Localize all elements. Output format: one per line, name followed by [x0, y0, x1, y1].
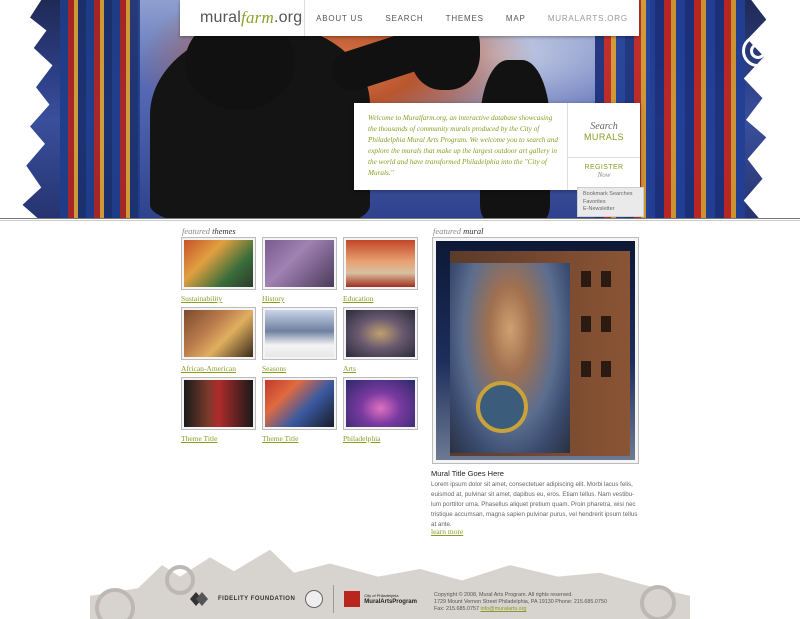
featured-mural-heading: featured mural [433, 226, 483, 236]
theme-link[interactable]: Theme Title [262, 434, 337, 443]
featured-mural-suffix: mural [463, 226, 484, 236]
building-window [581, 361, 591, 377]
register-line1: REGISTER [584, 164, 624, 171]
theme-link[interactable]: Sustainability [181, 294, 256, 303]
search-murals-line2: MURALS [584, 132, 624, 142]
logo-farm: farm [241, 8, 274, 27]
nav-muralarts[interactable]: MURALARTS.ORG [548, 14, 628, 23]
building-window [601, 271, 611, 287]
welcome-box: Welcome to Muralfarm.org, an interactive… [354, 103, 640, 190]
mural-title: Mural Title Goes Here [431, 469, 504, 478]
theme-link[interactable]: Seasons [262, 364, 337, 373]
city-seal-icon [305, 590, 324, 608]
mural-photo [436, 241, 635, 460]
site-logo[interactable]: mural farm .org [180, 0, 305, 36]
theme-tile[interactable]: Seasons [262, 307, 337, 373]
building-window [581, 271, 591, 287]
fax-text: Fax: 215.685.0757 [434, 606, 479, 613]
featured-mural-prefix: featured [433, 226, 462, 236]
copyright-line3: Fax: 215.685.0757 info@muralarts.org [434, 606, 624, 613]
logo-mural: mural [200, 9, 242, 26]
nav-about-us[interactable]: ABOUT US [316, 14, 363, 23]
featured-themes-suffix: themes [212, 226, 236, 236]
email-link[interactable]: info@muralarts.org [480, 606, 526, 612]
search-murals-button[interactable]: Search MURALS [568, 103, 640, 158]
map-logo-text: City of Philadelphia MuralArtsProgram [364, 592, 417, 606]
theme-thumbnail[interactable] [181, 237, 256, 290]
theme-link[interactable]: Arts [343, 364, 418, 373]
map-logo-bottom: MuralArtsProgram [364, 599, 417, 605]
section-divider [0, 218, 800, 221]
register-now-button[interactable]: REGISTER Now [568, 158, 640, 179]
theme-thumbnail[interactable] [343, 307, 418, 360]
theme-thumbnail[interactable] [262, 237, 337, 290]
welcome-actions: Search MURALS REGISTER Now [567, 103, 640, 190]
theme-link[interactable]: African-American [181, 364, 256, 373]
footer-ring-icon [640, 585, 676, 619]
search-murals-line1: Search [590, 121, 618, 132]
theme-thumbnail[interactable] [343, 237, 418, 290]
benefit-favorites: Favorites [583, 198, 606, 205]
footer-separator [333, 585, 335, 613]
stained-glass-left [60, 0, 140, 218]
mural-description: Lorem ipsum dolor sit amet, consectetuer… [431, 481, 638, 528]
featured-themes-heading: featured themes [182, 226, 236, 236]
benefit-bookmark: Bookmark Searches [583, 191, 633, 197]
register-line2: Now [597, 171, 611, 179]
theme-tile[interactable]: Education [343, 237, 418, 303]
theme-tile[interactable]: Philadelphia [343, 377, 418, 443]
theme-thumbnail[interactable] [262, 307, 337, 360]
building-window [581, 316, 591, 332]
theme-tile[interactable]: Sustainability [181, 237, 256, 303]
copyright-line1: Copyright © 2008, Mural Arts Program. Al… [434, 592, 573, 598]
theme-thumbnail[interactable] [262, 377, 337, 430]
copyright-block: Copyright © 2008, Mural Arts Program. Al… [434, 592, 624, 614]
map-logo-mark-icon [344, 591, 361, 607]
logo-org: .org [273, 9, 303, 26]
copyright-line2: 1729 Mount Vernon Street Philadelphia, P… [434, 599, 607, 606]
fidelity-logo-icon [190, 592, 208, 606]
featured-themes-prefix: featured [182, 226, 211, 236]
decor-ring-icon [750, 43, 766, 59]
mural-medallion [476, 381, 528, 433]
nav-search[interactable]: SEARCH [385, 14, 423, 23]
fidelity-foundation-logo[interactable]: FIDELITY FOUNDATION [218, 596, 295, 602]
building-window [601, 316, 611, 332]
theme-tile[interactable]: Theme Title [262, 377, 337, 443]
register-benefits: Bookmark Searches Favorites E-Newsletter [577, 187, 644, 217]
theme-tile[interactable]: African-American [181, 307, 256, 373]
theme-tile[interactable]: Theme Title [181, 377, 256, 443]
nav-menu: ABOUT US SEARCH THEMES MAP MURALARTS.ORG [305, 0, 639, 36]
theme-link[interactable]: History [262, 294, 337, 303]
nav-themes[interactable]: THEMES [446, 14, 484, 23]
map-logo-top: City of Philadelphia [364, 593, 399, 598]
sponsor-logos: FIDELITY FOUNDATION City of Philadelphia… [190, 585, 417, 613]
theme-tile[interactable]: History [262, 237, 337, 303]
decor-ring-icon [755, 110, 777, 132]
mural-arts-program-logo[interactable]: City of Philadelphia MuralArtsProgram [344, 591, 417, 607]
building-window [601, 361, 611, 377]
benefit-newsletter: E-Newsletter [583, 206, 615, 212]
theme-thumbnail[interactable] [181, 377, 256, 430]
theme-tile[interactable]: Arts [343, 307, 418, 373]
theme-thumbnail[interactable] [343, 377, 418, 430]
welcome-text: Welcome to Muralfarm.org, an interactive… [368, 114, 558, 177]
nav-map[interactable]: MAP [506, 14, 526, 23]
theme-link[interactable]: Theme Title [181, 434, 256, 443]
theme-thumbnail[interactable] [181, 307, 256, 360]
theme-link[interactable]: Philadelphia [343, 434, 418, 443]
featured-mural-image[interactable] [432, 237, 639, 464]
theme-link[interactable]: Education [343, 294, 418, 303]
top-nav: mural farm .org ABOUT US SEARCH THEMES MAP… [180, 0, 639, 36]
